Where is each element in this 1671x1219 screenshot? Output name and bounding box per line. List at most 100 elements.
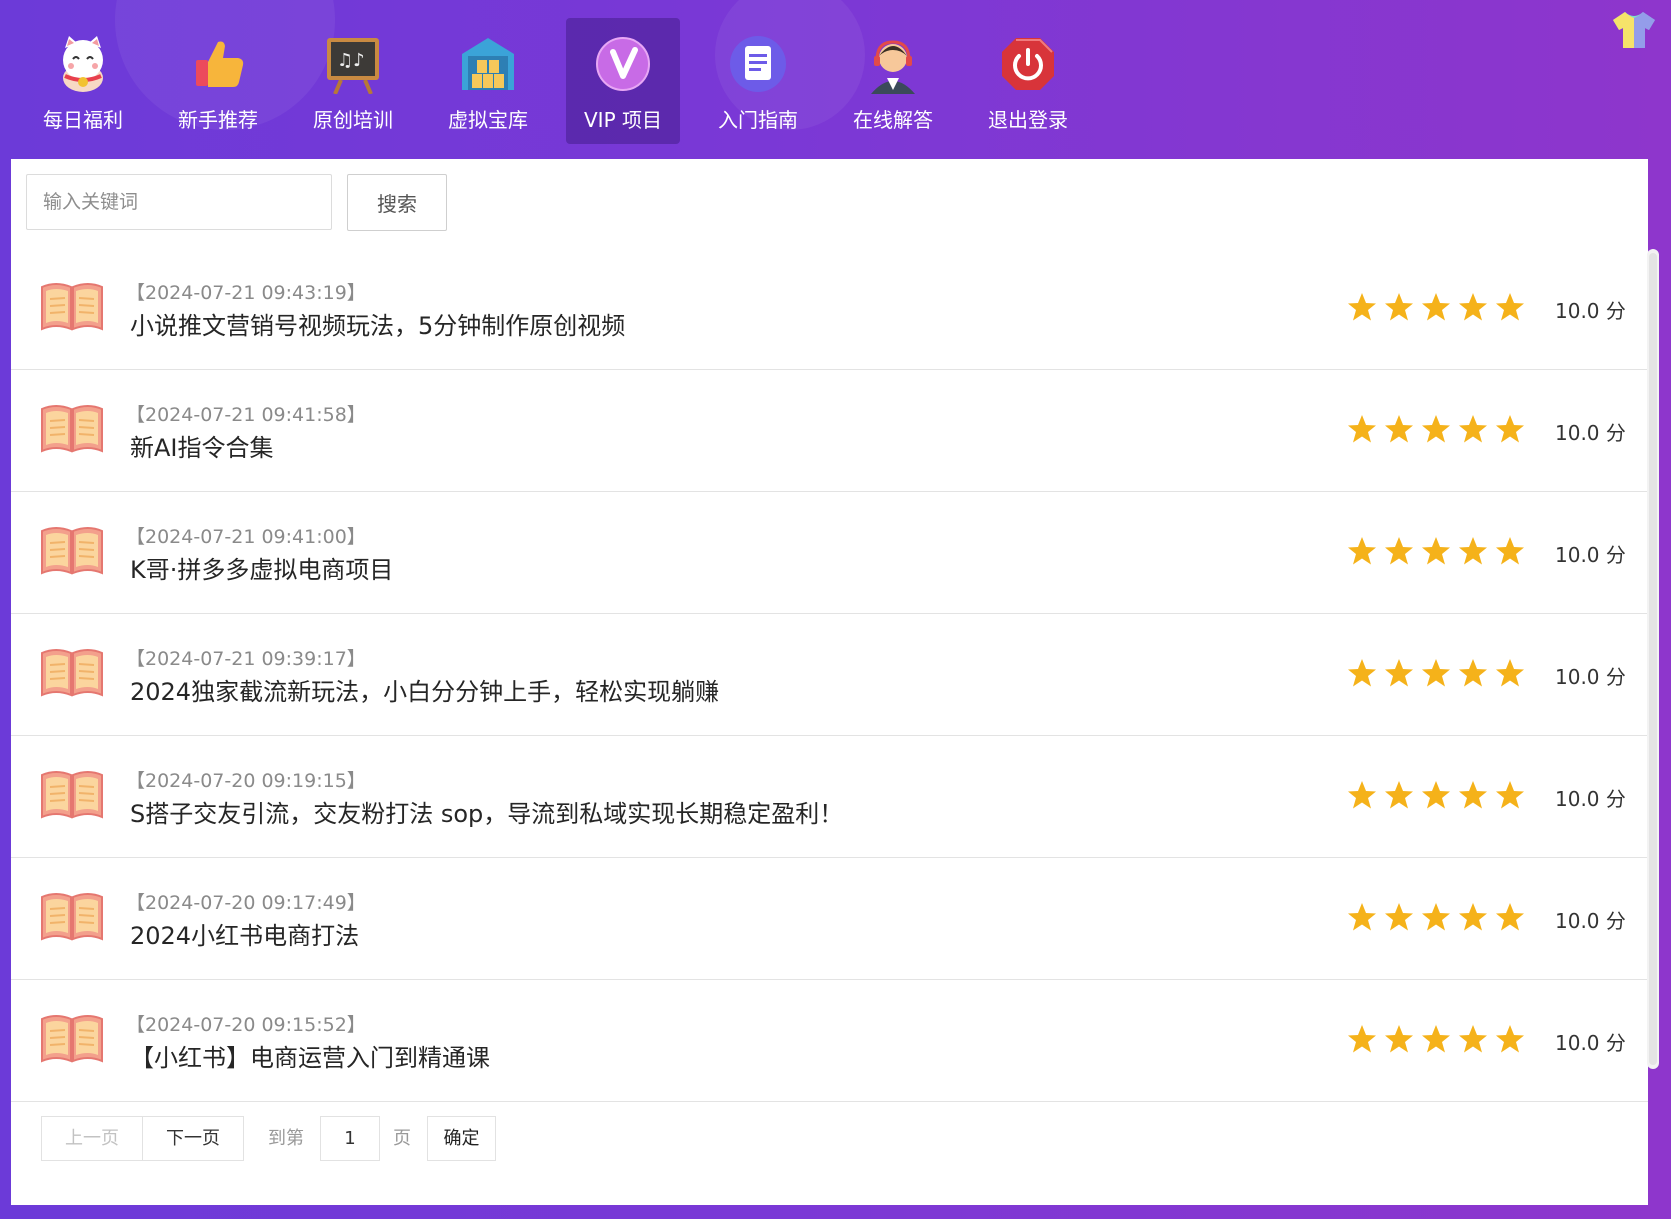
star-icon: [1496, 1025, 1524, 1053]
nav-label: 入门指南: [718, 108, 798, 132]
book-icon: [41, 649, 103, 697]
item-title[interactable]: 2024小红书电商打法: [130, 916, 359, 951]
star-icon: [1422, 293, 1450, 321]
star-icon: [1422, 1025, 1450, 1053]
support-agent-icon: [871, 40, 915, 94]
book-icon: [41, 771, 103, 819]
star-icon: [1385, 781, 1413, 809]
star-icon: [1385, 293, 1413, 321]
star-icon: [1348, 659, 1376, 687]
star-icon: [1385, 415, 1413, 443]
star-rating: [1347, 658, 1532, 688]
star-icon: [1496, 903, 1524, 931]
list-item[interactable]: 【2024-07-21 09:41:58】 新AI指令合集 10.0 分: [11, 370, 1648, 492]
vip-icon: [596, 37, 650, 91]
goto-label: 到第: [268, 1128, 304, 1149]
star-rating: [1347, 780, 1532, 810]
nav-item-logout[interactable]: 退出登录: [971, 18, 1085, 144]
star-icon: [1459, 903, 1487, 931]
nav-item-vip-projects[interactable]: VIP 项目: [566, 18, 680, 144]
nav-item-beginner-picks[interactable]: 新手推荐: [161, 18, 275, 144]
nav-item-getting-started[interactable]: 入门指南: [701, 18, 815, 144]
star-icon: [1348, 415, 1376, 443]
item-score: 10.0 分: [1555, 665, 1626, 689]
item-date: 【2024-07-21 09:41:00】: [126, 526, 366, 548]
search-input[interactable]: [26, 174, 332, 230]
nav-item-online-answers[interactable]: 在线解答: [836, 18, 950, 144]
list-item[interactable]: 【2024-07-21 09:41:00】 K哥·拼多多虚拟电商项目 10.0 分: [11, 492, 1648, 614]
search-button[interactable]: 搜索: [347, 174, 447, 231]
star-icon: [1459, 293, 1487, 321]
star-icon: [1348, 537, 1376, 565]
confirm-page-button[interactable]: 确定: [427, 1116, 496, 1161]
item-date: 【2024-07-20 09:17:49】: [126, 892, 366, 914]
item-date: 【2024-07-21 09:43:19】: [126, 282, 366, 304]
list-item[interactable]: 【2024-07-20 09:17:49】 2024小红书电商打法 10.0 分: [11, 858, 1648, 980]
scrollbar-thumb[interactable]: [1649, 253, 1657, 1065]
star-rating: [1347, 292, 1532, 322]
item-title[interactable]: 新AI指令合集: [130, 428, 274, 463]
page-label: 页: [393, 1128, 411, 1149]
star-icon: [1348, 293, 1376, 321]
item-score: 10.0 分: [1555, 1031, 1626, 1055]
star-icon: [1422, 781, 1450, 809]
star-icon: [1422, 415, 1450, 443]
nav-label: 在线解答: [853, 108, 933, 132]
item-title[interactable]: S搭子交友引流，交友粉打法 sop，导流到私域实现长期稳定盈利！: [130, 794, 843, 829]
top-nav: 每日福利 新手推荐 ♫♪ 原创培训 虚拟宝库 VIP 项目 入门指南 在线解答 …: [0, 0, 1671, 158]
star-rating: [1347, 902, 1532, 932]
warehouse-icon: [462, 38, 514, 90]
star-icon: [1422, 537, 1450, 565]
item-score: 10.0 分: [1555, 421, 1626, 445]
star-icon: [1422, 903, 1450, 931]
power-icon: [1002, 38, 1054, 90]
prev-page-button[interactable]: 上一页: [41, 1116, 143, 1161]
star-icon: [1459, 1025, 1487, 1053]
list-item[interactable]: 【2024-07-20 09:15:52】 【小红书】电商运营入门到精通课 10.0…: [11, 980, 1648, 1102]
next-page-button[interactable]: 下一页: [142, 1116, 244, 1161]
nav-label: 虚拟宝库: [448, 108, 528, 132]
star-icon: [1348, 903, 1376, 931]
star-icon: [1348, 781, 1376, 809]
main-panel: 搜索 【2024-07-21 09:43:19】小说推文营销号视频玩法，5分钟制…: [11, 159, 1659, 1205]
scrollbar[interactable]: [1647, 249, 1659, 1069]
item-title[interactable]: K哥·拼多多虚拟电商项目: [130, 550, 393, 585]
book-icon: [41, 405, 103, 453]
star-icon: [1385, 903, 1413, 931]
item-title[interactable]: 2024独家截流新玩法，小白分分钟上手，轻松实现躺赚: [130, 672, 719, 707]
star-icon: [1385, 659, 1413, 687]
item-score: 10.0 分: [1555, 543, 1626, 567]
star-icon: [1496, 537, 1524, 565]
svg-text:♫♪: ♫♪: [337, 50, 365, 71]
list-item[interactable]: 【2024-07-21 09:43:19】 小说推文营销号视频玩法，5分钟制作原创…: [11, 248, 1648, 370]
item-date: 【2024-07-21 09:41:58】: [126, 404, 366, 426]
star-icon: [1459, 415, 1487, 443]
nav-label: 原创培训: [313, 108, 393, 132]
nav-item-original-training[interactable]: ♫♪ 原创培训: [296, 18, 410, 144]
nav-item-daily-benefits[interactable]: 每日福利: [26, 18, 140, 144]
item-title[interactable]: 【小红书】电商运营入门到精通课: [130, 1038, 490, 1073]
star-icon: [1385, 1025, 1413, 1053]
star-rating: [1347, 536, 1532, 566]
item-date: 【2024-07-20 09:19:15】: [126, 770, 366, 792]
tshirt-icon[interactable]: [1611, 10, 1657, 50]
nav-label: 新手推荐: [178, 108, 258, 132]
lucky-cat-icon: [63, 36, 103, 92]
page-number-input[interactable]: [320, 1116, 380, 1161]
star-rating: [1347, 1024, 1532, 1054]
star-icon: [1459, 537, 1487, 565]
nav-label: 退出登录: [988, 108, 1068, 132]
project-list: 【2024-07-21 09:43:19】 小说推文营销号视频玩法，5分钟制作原创…: [11, 248, 1648, 1102]
item-score: 10.0 分: [1555, 909, 1626, 933]
list-item[interactable]: 【2024-07-20 09:19:15】 S搭子交友引流，交友粉打法 sop，导…: [11, 736, 1648, 858]
nav-item-virtual-vault[interactable]: 虚拟宝库: [431, 18, 545, 144]
star-icon: [1496, 781, 1524, 809]
item-score: 10.0 分: [1555, 787, 1626, 811]
list-item[interactable]: 【2024-07-21 09:39:17】 2024独家截流新玩法，小白分分钟上手…: [11, 614, 1648, 736]
nav-label: 每日福利: [43, 108, 123, 132]
chalkboard-icon: ♫♪: [327, 38, 379, 94]
star-rating: [1347, 414, 1532, 444]
book-icon: [41, 527, 103, 575]
item-title[interactable]: 小说推文营销号视频玩法，5分钟制作原创视频: [130, 306, 625, 341]
star-icon: [1348, 1025, 1376, 1053]
